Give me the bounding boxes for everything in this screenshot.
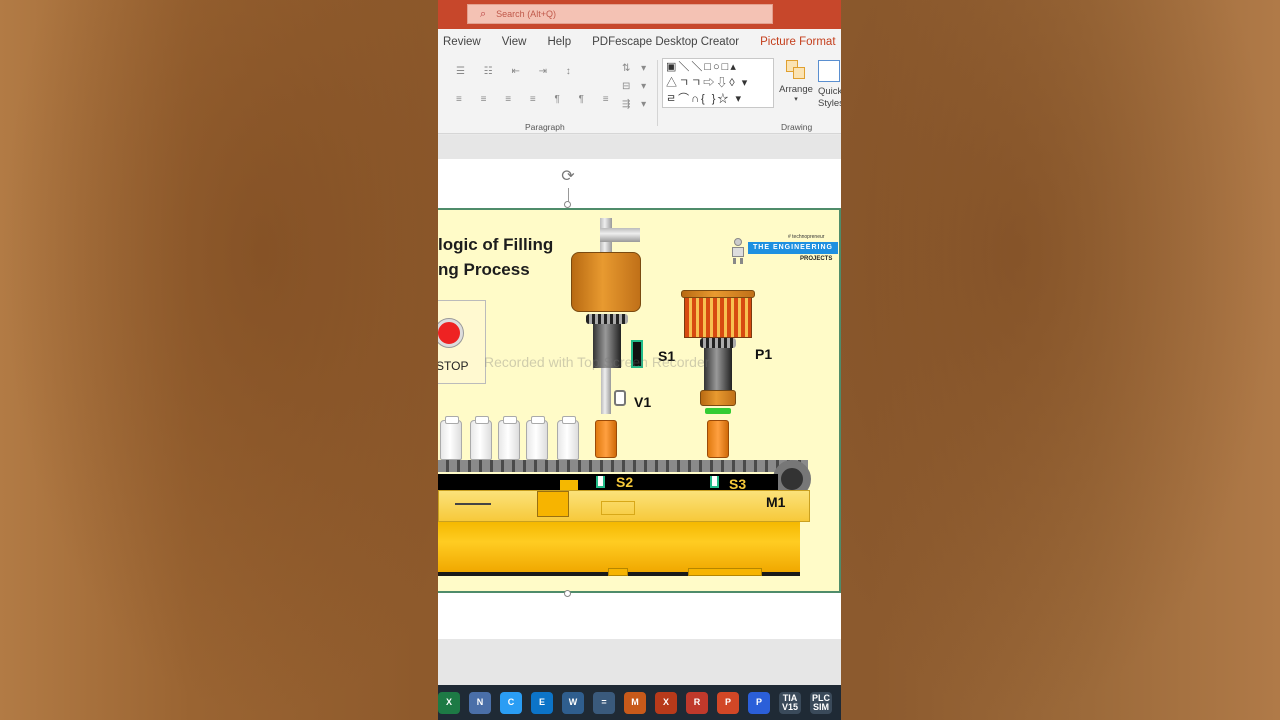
arrange-icon (786, 60, 806, 80)
rotate-handle-icon[interactable]: ⟳ (558, 167, 578, 187)
title-bar: ⌕ Search (Alt+Q) (438, 0, 841, 29)
label-m1: M1 (766, 494, 786, 510)
capper-gear (700, 338, 736, 348)
empty-bottle (557, 416, 579, 460)
sensor-s3 (710, 476, 719, 488)
group-drawing-label: Drawing (781, 122, 813, 132)
valve-v1-icon (614, 390, 626, 406)
diagram-title: logic of Filling ng Process (438, 235, 554, 279)
search-placeholder: Search (Alt+Q) (496, 9, 556, 19)
taskbar-chrome-icon[interactable]: C (500, 691, 522, 714)
ribbon-tabs: Review View Help PDFescape Desktop Creat… (438, 29, 841, 54)
shapes-gallery[interactable]: ▣＼＼□○□▴ △ㄱㄱ⇨⇩◊ ▾ ㄹ⌒∩{ }☆ ▾ (662, 58, 774, 108)
label-s2: S2 (616, 474, 634, 490)
filled-bottle (595, 420, 617, 458)
ribbon: ☰ ☷ ⇤ ⇥ ↕ ≡ ≡ ≡ ≡ ¶ ¶ ≡ ⇅ ▾ ⊟ ▾ ⇶ ▾ Para… (438, 54, 841, 134)
capper-drum (684, 294, 752, 338)
empty-bottle (440, 416, 462, 460)
background-left (0, 0, 438, 720)
conveyor-chain (438, 460, 808, 472)
filling-process-diagram[interactable]: logic of Filling ng Process # technopren… (438, 208, 841, 593)
tab-picture-format[interactable]: Picture Format (760, 36, 835, 48)
capper-top (681, 290, 755, 298)
taskbar-pdf-icon[interactable]: P (748, 691, 770, 714)
taskbar-matlab-icon[interactable]: M (624, 691, 646, 714)
stop-button[interactable] (438, 319, 463, 347)
filler-gear (586, 314, 628, 324)
search-box[interactable]: ⌕ Search (Alt+Q) (467, 4, 773, 24)
quick-styles-button[interactable]: Quick Styles (818, 60, 841, 110)
screen-recording: ⌕ Search (Alt+Q) Review View Help PDFesc… (438, 0, 841, 720)
label-p1: P1 (755, 346, 773, 362)
bottle-cap (705, 408, 731, 414)
tab-review[interactable]: Review (443, 36, 481, 48)
machine-base-lower (438, 522, 800, 576)
text-direction-buttons[interactable]: ⇅ ▾ ⊟ ▾ ⇶ ▾ (622, 60, 650, 114)
sensor-s2 (596, 476, 605, 488)
list-buttons[interactable]: ☰ ☷ ⇤ ⇥ ↕ (456, 66, 579, 77)
taskbar-powerpoint-icon[interactable]: P (717, 691, 739, 714)
empty-bottle (526, 416, 548, 460)
arrange-button[interactable]: Arrange ▾ (777, 60, 815, 103)
feed-pipe-elbow (600, 228, 640, 242)
taskbar-plcsim-icon[interactable]: PLC SIM (810, 691, 832, 714)
taskbar-excel-icon[interactable]: X (438, 691, 460, 714)
recording-watermark: Recorded with Top Screen Recorder (484, 354, 710, 370)
taskbar-notepad-icon[interactable]: N (469, 691, 491, 714)
capped-bottle (707, 420, 729, 458)
resize-handle-top[interactable] (564, 201, 571, 208)
machine-base-upper (438, 490, 810, 522)
align-buttons[interactable]: ≡ ≡ ≡ ≡ ¶ ¶ ≡ (456, 94, 617, 105)
group-paragraph-label: Paragraph (525, 122, 565, 132)
slide-bottom-area (438, 590, 841, 639)
taskbar-network-icon[interactable]: W (562, 691, 584, 714)
taskbar-calculator-icon[interactable]: = (593, 691, 615, 714)
taskbar-recorder-icon[interactable]: R (686, 691, 708, 714)
robot-icon (730, 238, 746, 264)
group-divider (657, 60, 658, 126)
tab-help[interactable]: Help (547, 36, 571, 48)
taskbar-tia-icon[interactable]: TIA V15 (779, 691, 801, 714)
tab-pdfescape[interactable]: PDFescape Desktop Creator (592, 36, 739, 48)
taskbar-xlaunch-icon[interactable]: X (655, 691, 677, 714)
stop-panel: STOP (438, 300, 486, 384)
search-icon: ⌕ (480, 7, 487, 20)
filler-nozzle (601, 368, 611, 414)
stop-label: STOP (438, 359, 469, 373)
capper-chuck (700, 390, 736, 406)
empty-bottle (498, 416, 520, 460)
engineering-projects-logo: # technopreneur THE ENGINEERING PROJECTS (730, 234, 839, 268)
conveyor-belt (438, 474, 778, 490)
taskbar-edge-icon[interactable]: E (531, 691, 553, 714)
quick-styles-icon (818, 60, 840, 82)
label-v1: V1 (634, 394, 652, 410)
background-right (841, 0, 1279, 720)
slide-top-area: ⟳ (438, 159, 841, 208)
empty-bottle (470, 416, 492, 460)
taskbar: X N C E W = M X R P P TIA V15 PLC SIM (438, 685, 841, 720)
filler-tank (571, 252, 641, 312)
resize-handle-bottom[interactable] (564, 590, 571, 597)
tab-view[interactable]: View (502, 36, 527, 48)
slide-editor: ⟳ logic of Filling ng Process # technopr… (438, 135, 841, 685)
